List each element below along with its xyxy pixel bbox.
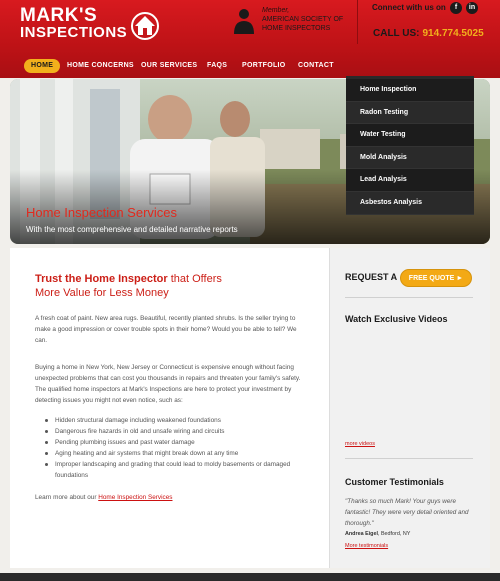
- body-paragraph: Buying a home in New York, New Jersey or…: [35, 364, 301, 404]
- menu-item-lead-analysis[interactable]: Lead Analysis: [346, 169, 474, 192]
- list-item: Aging heating and air systems that might…: [45, 448, 305, 459]
- nav-faqs[interactable]: FAQS: [207, 59, 227, 73]
- house-logo-icon: [131, 12, 159, 40]
- testimonials-title: Customer Testimonials: [345, 477, 444, 487]
- nav-portfolio[interactable]: PORTFOLIO: [242, 59, 286, 73]
- list-item: Hidden structural damage including weake…: [45, 415, 305, 426]
- menu-item-mold-analysis[interactable]: Mold Analysis: [346, 146, 474, 170]
- main-nav: HOME HOME CONCERNS OUR SERVICES FAQS POR…: [0, 56, 500, 76]
- testimonial-quote: "Thanks so much Mark! Your guys were fan…: [345, 498, 469, 527]
- nav-home[interactable]: HOME: [24, 59, 61, 73]
- site-header: MARK'S INSPECTIONS Member, AMERICAN SOCI…: [0, 0, 500, 78]
- more-testimonials-link[interactable]: More testimonials: [345, 543, 388, 549]
- main-heading: Trust the Home Inspector that Offers Mor…: [35, 272, 315, 300]
- learn-more: Learn more about our Home Inspection Ser…: [35, 494, 173, 501]
- intro-paragraph: A fresh coat of paint. New area rugs. Be…: [35, 315, 297, 344]
- list-item: Pending plumbing issues and past water d…: [45, 437, 305, 448]
- home-inspection-services-link[interactable]: Home Inspection Services: [98, 494, 172, 501]
- menu-item-asbestos-analysis[interactable]: Asbestos Analysis: [346, 191, 474, 215]
- videos-title: Watch Exclusive Videos: [345, 314, 448, 324]
- chevron-right-icon: ►: [456, 275, 464, 282]
- learn-more-text: Learn more about our: [35, 494, 97, 501]
- free-quote-button[interactable]: FREE QUOTE ►: [400, 269, 472, 287]
- services-dropdown-menu: Home Inspection Radon Testing Water Test…: [346, 76, 474, 215]
- testimonial-author: Andrea Eigel, Bedford, NY: [345, 531, 410, 537]
- hero-subtitle: With the most comprehensive and detailed…: [26, 225, 238, 234]
- nav-contact[interactable]: CONTACT: [298, 59, 334, 73]
- author-location: , Bedford, NY: [377, 531, 411, 537]
- hero-title: Home Inspection Services: [26, 205, 178, 220]
- sidebar-divider: [345, 297, 473, 298]
- heading-rest: that Offers: [167, 273, 222, 285]
- sidebar-divider: [345, 458, 473, 459]
- nav-home-concerns[interactable]: HOME CONCERNS: [67, 59, 134, 73]
- facebook-icon[interactable]: f: [450, 2, 462, 14]
- list-item: Improper landscaping and grading that co…: [45, 459, 305, 481]
- author-name: Andrea Eigel: [345, 531, 378, 537]
- list-item: Dangerous fire hazards in old and unsafe…: [45, 426, 305, 437]
- more-videos-link[interactable]: more videos: [345, 441, 375, 447]
- phone-number[interactable]: 914.774.5025: [422, 28, 483, 39]
- free-quote-label: FREE QUOTE: [408, 275, 455, 282]
- linkedin-icon[interactable]: in: [466, 2, 478, 14]
- heading-highlight: Trust the Home Inspector: [35, 273, 168, 285]
- menu-item-water-testing[interactable]: Water Testing: [346, 124, 474, 147]
- menu-item-home-inspection[interactable]: Home Inspection: [346, 79, 474, 102]
- brand-logo[interactable]: MARK'S INSPECTIONS: [20, 6, 159, 40]
- connect-label: Connect with us on: [372, 3, 446, 12]
- header-divider: [357, 0, 358, 44]
- inspector-silhouette-icon: [234, 9, 254, 34]
- call-label: CALL US:: [373, 28, 420, 39]
- member-org: AMERICAN SOCIETY OF HOME INSPECTORS: [262, 16, 344, 32]
- call-us: CALL US: 914.774.5025: [373, 28, 484, 39]
- nav-our-services[interactable]: OUR SERVICES: [141, 59, 197, 73]
- issues-list: Hidden structural damage including weake…: [45, 415, 305, 481]
- member-label: Member,: [262, 7, 290, 14]
- menu-item-radon-testing[interactable]: Radon Testing: [346, 101, 474, 125]
- footer-bar: [0, 573, 500, 581]
- heading-line2: More Value for Less Money: [35, 287, 169, 299]
- request-label: REQUEST A: [345, 272, 398, 282]
